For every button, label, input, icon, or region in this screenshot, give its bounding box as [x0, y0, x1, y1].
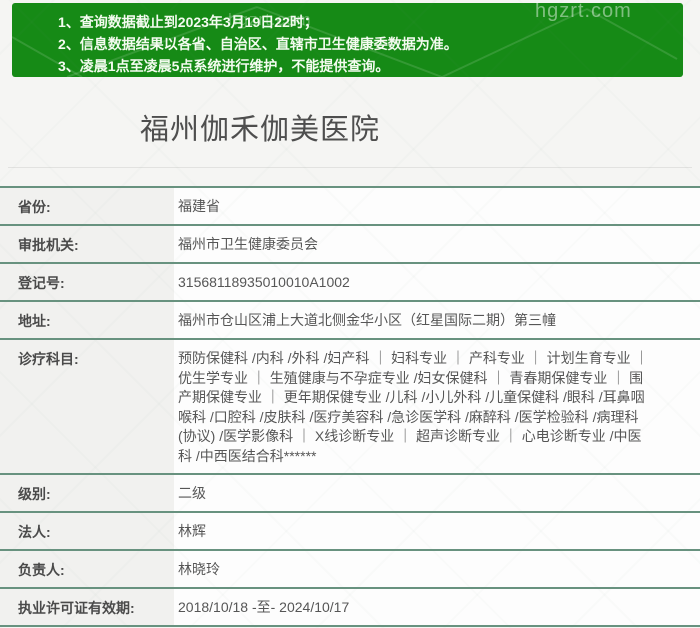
row-value: 2018/10/18 -至- 2024/10/17 — [174, 589, 700, 625]
row-label: 诊疗科目: — [0, 340, 174, 473]
table-row-license-validity: 执业许可证有效期: 2018/10/18 -至- 2024/10/17 — [0, 589, 700, 627]
notice-line-3: 3、凌晨1点至凌晨5点系统进行维护，不能提供查询。 — [58, 58, 390, 74]
notice-line-2: 2、信息数据结果以各省、自治区、直辖市卫生健康委数据为准。 — [58, 36, 458, 52]
table-row-approval-authority: 审批机关: 福州市卫生健康委员会 — [0, 226, 700, 264]
hospital-info-table: 省份: 福建省 审批机关: 福州市卫生健康委员会 登记号: 3156811893… — [0, 186, 700, 627]
notice-banner: 1、查询数据截止到2023年3月19日22时； 2、信息数据结果以各省、自治区、… — [12, 3, 683, 77]
table-row-province: 省份: 福建省 — [0, 188, 700, 226]
row-value: 福建省 — [174, 188, 700, 224]
table-row-treatment-subjects: 诊疗科目: 预防保健科 /内科 /外科 /妇产科 ｜ 妇科专业 ｜ 产科专业 ｜… — [0, 340, 700, 475]
table-row-legal-person: 法人: 林辉 — [0, 513, 700, 551]
query-result-page: 1、查询数据截止到2023年3月19日22时； 2、信息数据结果以各省、自治区、… — [0, 0, 700, 628]
row-label: 执业许可证有效期: — [0, 589, 174, 625]
table-row-address: 地址: 福州市仓山区浦上大道北侧金华小区（红星国际二期）第三幢 — [0, 302, 700, 340]
table-row-level: 级别: 二级 — [0, 475, 700, 513]
row-label: 法人: — [0, 513, 174, 549]
table-row-person-in-charge: 负责人: 林晓玲 — [0, 551, 700, 589]
row-label: 级别: — [0, 475, 174, 511]
notice-line-1: 1、查询数据截止到2023年3月19日22时； — [58, 14, 318, 30]
row-value: 福州市卫生健康委员会 — [174, 226, 700, 262]
row-value: 二级 — [174, 475, 700, 511]
row-label: 地址: — [0, 302, 174, 338]
row-value: 31568118935010010A1002 — [174, 264, 700, 300]
row-label: 审批机关: — [0, 226, 174, 262]
row-value: 林辉 — [174, 513, 700, 549]
row-value: 福州市仓山区浦上大道北侧金华小区（红星国际二期）第三幢 — [174, 302, 700, 338]
table-row-registration-number: 登记号: 31568118935010010A1002 — [0, 264, 700, 302]
page-title: 福州伽禾伽美医院 — [139, 114, 380, 146]
row-label: 负责人: — [0, 551, 174, 587]
row-value: 预防保健科 /内科 /外科 /妇产科 ｜ 妇科专业 ｜ 产科专业 ｜ 计划生育专… — [174, 340, 700, 473]
row-label: 登记号: — [0, 264, 174, 300]
row-label: 省份: — [0, 188, 174, 224]
title-divider — [8, 167, 692, 168]
row-value: 林晓玲 — [174, 551, 700, 587]
